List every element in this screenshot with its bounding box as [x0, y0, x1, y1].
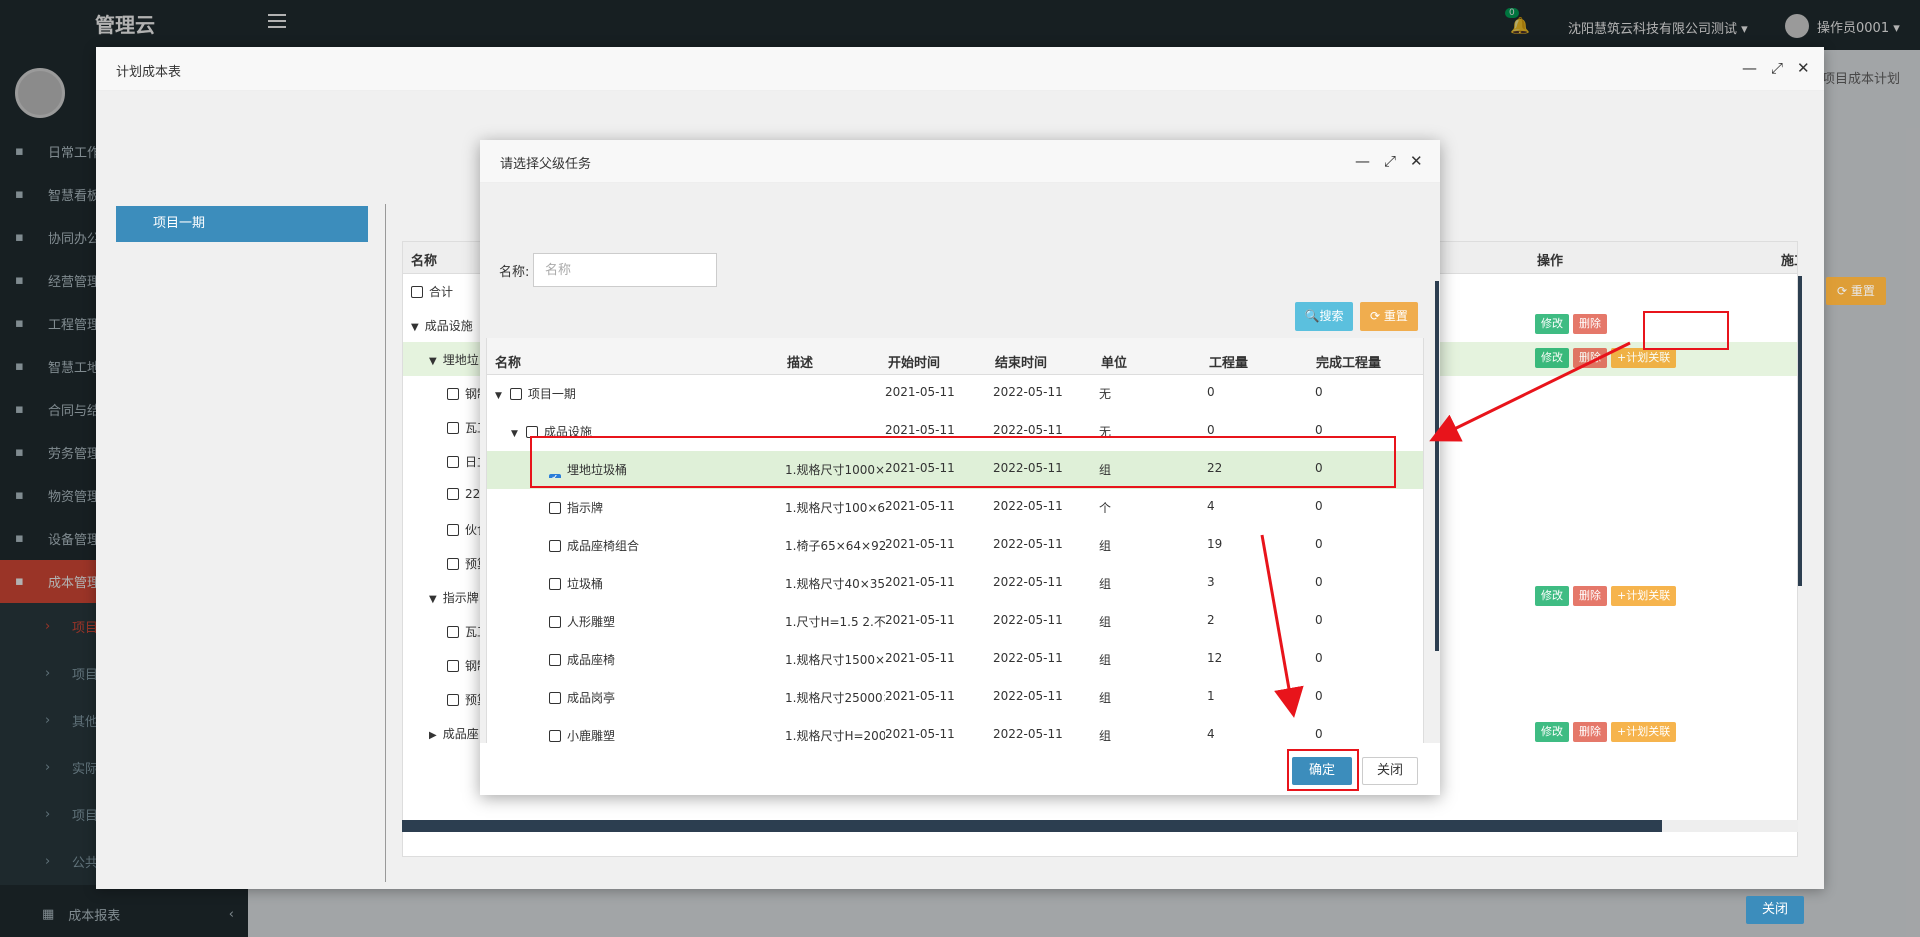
arrow-to-selected-row [1429, 341, 1631, 442]
annotation-arrows [1260, 341, 1631, 718]
arrow-to-confirm-button [1260, 534, 1304, 718]
